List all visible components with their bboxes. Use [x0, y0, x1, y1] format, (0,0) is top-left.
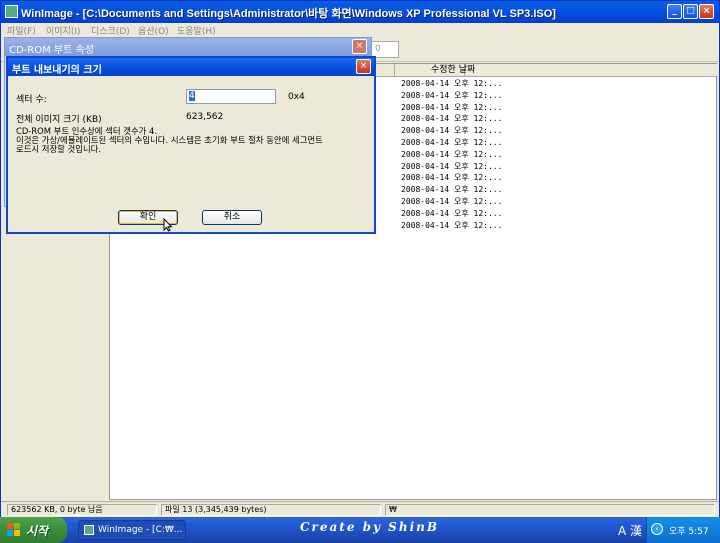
status-size: 623562 KB, 0 byte 남음 [7, 504, 157, 516]
window-title: WinImage - [C:\Documents and Settings\Ad… [21, 8, 556, 20]
menu-disk[interactable]: 디스크(D) [91, 24, 130, 37]
dialog-close-button[interactable]: × [356, 59, 371, 74]
sector-count-input[interactable]: 4 [186, 89, 276, 104]
menu-help[interactable]: 도움말(H) [177, 24, 216, 37]
winimage-app-icon [5, 5, 18, 18]
list-item[interactable]: 2008-04-14 오후 12:... [401, 102, 502, 114]
status-bar: 623562 KB, 0 byte 남음 파일 13 (3,345,439 by… [1, 501, 719, 517]
list-item[interactable]: 2008-04-14 오후 12:... [401, 125, 502, 137]
tray-expand-icon[interactable]: ‹ [651, 523, 663, 535]
menu-bar: 파일(F) 이미지(I) 디스크(D) 옵션(O) 도움말(H) [1, 23, 719, 38]
cancel-button[interactable]: 취소 [202, 210, 262, 225]
minimize-button[interactable]: _ [667, 4, 682, 19]
sector-count-value: 4 [189, 91, 195, 101]
clock[interactable]: 오후 5:57 [669, 524, 709, 537]
close-button[interactable]: × [699, 4, 714, 19]
bg-dialog-close-button[interactable]: × [352, 39, 367, 54]
winimage-task-icon [84, 525, 94, 535]
column-header-date[interactable]: 수정한 날짜 [395, 64, 475, 77]
taskbar: 시작 WinImage - [C:₩... Create by ShinB A … [0, 517, 720, 543]
list-item[interactable]: 2008-04-14 오후 12:... [401, 161, 502, 173]
dialog-title: 부트 내보내기의 크기 [12, 65, 102, 76]
list-item[interactable]: 2008-04-14 오후 12:... [401, 220, 502, 232]
taskbar-item-label: WinImage - [C:₩... [98, 525, 183, 535]
start-label: 시작 [26, 524, 49, 538]
dialog-titlebar[interactable]: 부트 내보내기의 크기 × [8, 58, 374, 76]
sector-count-label: 섹터 수: [16, 95, 47, 105]
window-titlebar[interactable]: WinImage - [C:\Documents and Settings\Ad… [1, 1, 719, 23]
language-indicator[interactable]: A 漢 [618, 522, 642, 539]
image-size-label: 전체 이미지 크기 (KB) [16, 115, 102, 125]
image-size-value: 623,562 [186, 112, 224, 122]
list-item[interactable]: 2008-04-14 오후 12:... [401, 137, 502, 149]
list-item[interactable]: 2008-04-14 오후 12:... [401, 78, 502, 90]
sector-count-hex: 0x4 [288, 92, 305, 102]
boot-export-size-dialog: 부트 내보내기의 크기 × 섹터 수: 4 0x4 전체 이미지 크기 (KB)… [6, 56, 376, 234]
status-files: 파일 13 (3,345,439 bytes) [161, 504, 381, 516]
maximize-button[interactable]: □ [683, 4, 698, 19]
status-path: ₩ [385, 504, 715, 516]
start-button[interactable]: 시작 [0, 517, 67, 543]
bg-dialog-title: CD-ROM 부트 속성 [9, 45, 94, 56]
list-item[interactable]: 2008-04-14 오후 12:... [401, 113, 502, 125]
menu-file[interactable]: 파일(F) [7, 24, 36, 37]
brand-watermark: Create by ShinB [300, 520, 439, 534]
list-item[interactable]: 2008-04-14 오후 12:... [401, 184, 502, 196]
windows-flag-icon [7, 523, 21, 537]
menu-options[interactable]: 옵션(O) [138, 24, 169, 37]
column-header: 수정한 날짜 [365, 64, 718, 77]
list-item[interactable]: 2008-04-14 오후 12:... [401, 149, 502, 161]
bg-dialog-titlebar[interactable]: CD-ROM 부트 속성 × [5, 38, 371, 56]
list-item[interactable]: 2008-04-14 오후 12:... [401, 90, 502, 102]
list-item[interactable]: 2008-04-14 오후 12:... [401, 196, 502, 208]
taskbar-item-winimage[interactable]: WinImage - [C:₩... [78, 520, 186, 540]
system-tray: ‹ 오후 5:57 [646, 517, 720, 543]
dialog-message: CD-ROM 부트 인수상에 섹터 갯수가 4. 이것은 가상/에뮬레이트된 섹… [16, 127, 366, 154]
list-item[interactable]: 2008-04-14 오후 12:... [401, 172, 502, 184]
menu-image[interactable]: 이미지(I) [46, 24, 81, 37]
file-rows: 2008-04-14 오후 12:... 2008-04-14 오후 12:..… [401, 78, 502, 231]
dialog-message-line: 로드시 저장할 것입니다. [16, 144, 102, 154]
list-item[interactable]: 2008-04-14 오후 12:... [401, 208, 502, 220]
